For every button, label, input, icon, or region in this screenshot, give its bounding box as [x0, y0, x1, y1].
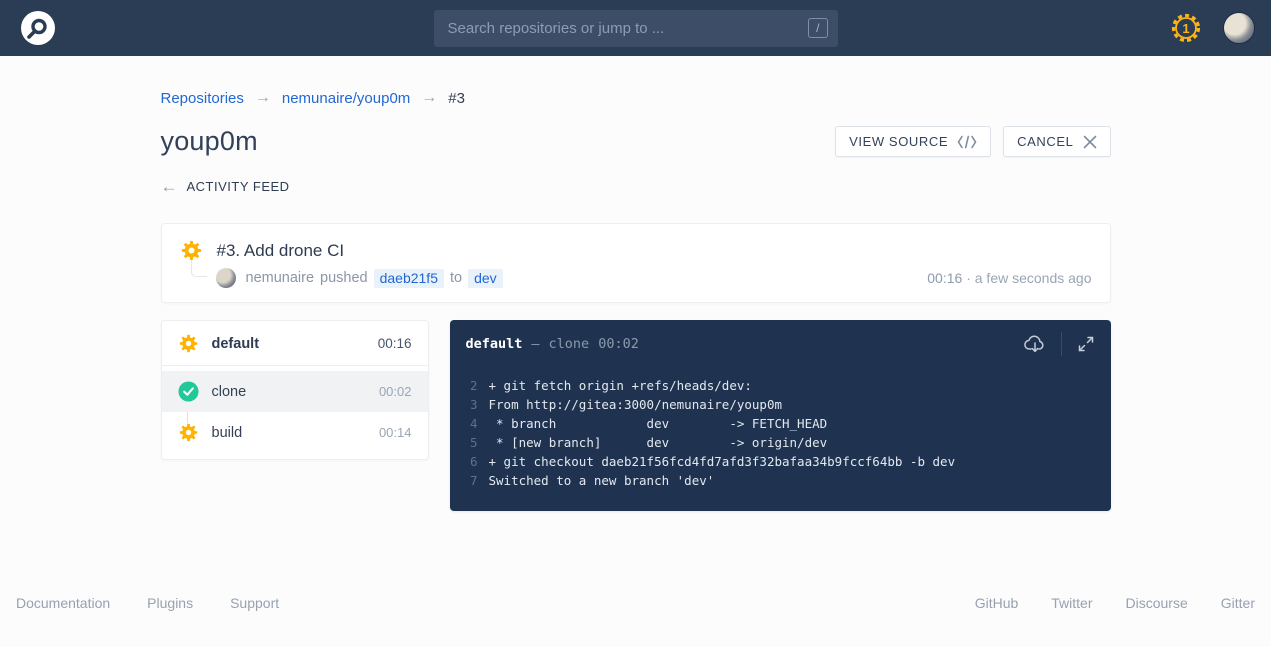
fullscreen-icon[interactable] — [1075, 333, 1097, 355]
log-line: 6 + git checkout daeb21f56fcd4fd7afd3f32… — [466, 452, 1095, 471]
step-row-build[interactable]: build 00:14 — [162, 412, 428, 453]
author-avatar — [216, 268, 236, 288]
close-icon — [1083, 135, 1097, 149]
console-stage-name: default — [466, 336, 523, 352]
code-icon — [957, 135, 977, 149]
footer-link-twitter[interactable]: Twitter — [1051, 595, 1092, 611]
back-arrow-icon: ← — [161, 178, 178, 195]
top-navbar: / 1 — [0, 0, 1271, 56]
branch-chip[interactable]: dev — [468, 269, 503, 288]
console-actions-divider — [1061, 332, 1062, 356]
log-line: 2 + git fetch origin +refs/heads/dev: — [466, 376, 1095, 395]
build-title: #3. Add drone CI — [217, 241, 345, 261]
console-panel: default — clone 00:02 — [450, 320, 1111, 511]
to-word: to — [450, 270, 462, 286]
footer-link-gitter[interactable]: Gitter — [1221, 595, 1255, 611]
view-source-button[interactable]: VIEW SOURCE — [835, 126, 991, 157]
step-row-clone[interactable]: clone 00:02 — [162, 371, 428, 412]
running-gear-icon — [178, 333, 199, 354]
success-check-icon — [178, 381, 199, 402]
cancel-button[interactable]: CANCEL — [1003, 126, 1110, 157]
commit-sha-chip[interactable]: daeb21f5 — [374, 269, 444, 288]
steps-list: clone 00:02 build — [162, 366, 428, 459]
console-log[interactable]: 2 + git fetch origin +refs/heads/dev: 3 … — [450, 367, 1111, 511]
log-line: 7 Switched to a new branch 'dev' — [466, 471, 1095, 490]
footer-link-discourse[interactable]: Discourse — [1126, 595, 1188, 611]
running-gear-icon — [178, 422, 199, 443]
footer: Documentation Plugins Support GitHub Twi… — [0, 595, 1271, 611]
breadcrumb-separator: → — [255, 89, 271, 107]
running-builds-badge[interactable]: 1 — [1169, 11, 1203, 45]
breadcrumb: Repositories → nemunaire/youp0m → #3 — [161, 89, 1111, 107]
stage-header[interactable]: default 00:16 — [162, 321, 428, 366]
user-avatar[interactable] — [1223, 12, 1255, 44]
download-log-icon[interactable] — [1022, 332, 1048, 356]
slash-shortcut-key: / — [808, 18, 827, 38]
stage-name: default — [212, 336, 260, 352]
header-actions: VIEW SOURCE CANCEL — [835, 126, 1110, 157]
breadcrumb-repositories-link[interactable]: Repositories — [161, 90, 244, 107]
stage-steps-panel: default 00:16 clone 00:02 — [161, 320, 429, 460]
log-line: 3 From http://gitea:3000/nemunaire/youp0… — [466, 395, 1095, 414]
activity-feed-link[interactable]: ← ACTIVITY FEED — [161, 178, 1111, 195]
build-time: 00:16 · a few seconds ago — [927, 270, 1091, 286]
page-title: youp0m — [161, 126, 258, 157]
running-gear-icon — [180, 239, 203, 262]
search-input[interactable] — [448, 20, 809, 37]
stage-duration: 00:16 — [378, 336, 412, 351]
log-line: 4 * branch dev -> FETCH_HEAD — [466, 414, 1095, 433]
footer-link-plugins[interactable]: Plugins — [147, 595, 193, 611]
console-step-name: clone — [549, 336, 590, 352]
breadcrumb-repo-link[interactable]: nemunaire/youp0m — [282, 90, 410, 107]
global-search: / — [434, 10, 838, 47]
console-step-duration: 00:02 — [598, 336, 639, 352]
footer-link-support[interactable]: Support — [230, 595, 279, 611]
footer-link-github[interactable]: GitHub — [975, 595, 1019, 611]
breadcrumb-build-number: #3 — [448, 90, 465, 107]
footer-link-documentation[interactable]: Documentation — [16, 595, 110, 611]
console-dash: — — [531, 336, 539, 352]
drone-logo-icon[interactable] — [20, 10, 56, 46]
build-action: pushed — [320, 270, 368, 286]
navbar-right: 1 — [1169, 11, 1255, 45]
main-content: Repositories → nemunaire/youp0m → #3 you… — [161, 56, 1111, 511]
build-summary-card[interactable]: #3. Add drone CI nemunaire pushed daeb21… — [161, 223, 1111, 303]
console-header: default — clone 00:02 — [450, 320, 1111, 367]
build-author: nemunaire — [246, 270, 315, 286]
console-actions — [1022, 332, 1097, 356]
breadcrumb-separator: → — [421, 89, 437, 107]
connector-elbow — [191, 260, 207, 277]
log-line: 5 * [new branch] dev -> origin/dev — [466, 433, 1095, 452]
